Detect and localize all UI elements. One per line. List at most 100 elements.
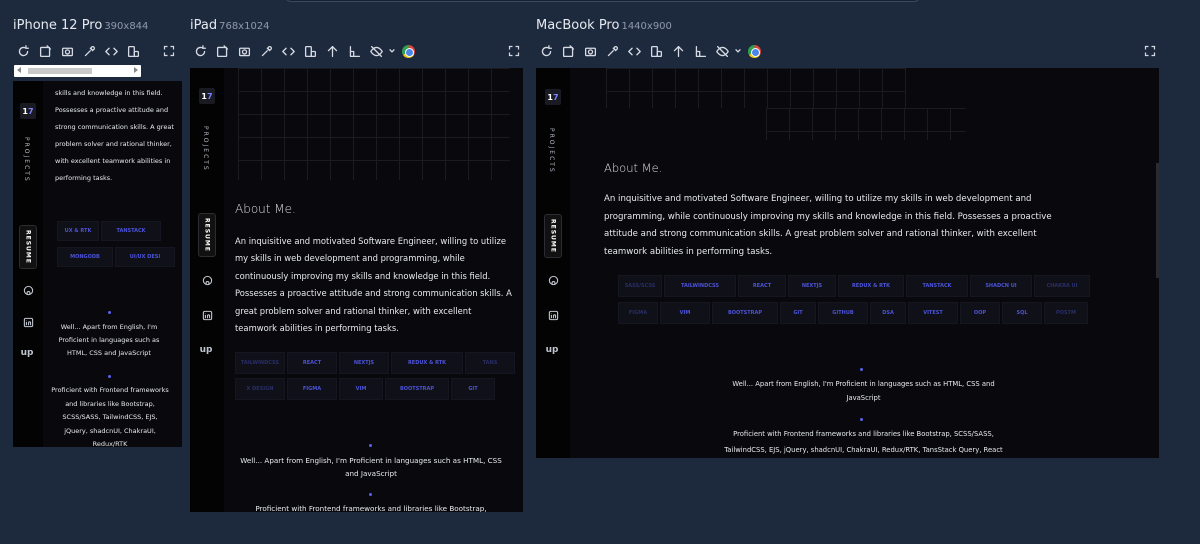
scroll-up-icon[interactable] — [321, 42, 343, 60]
skill-chip: NEXTJS — [788, 275, 836, 297]
camera-icon[interactable] — [579, 42, 601, 60]
bullet-dot — [108, 375, 111, 378]
resume-label: RESUME — [24, 230, 32, 264]
background-grid — [238, 68, 510, 180]
eyedropper-icon[interactable] — [78, 42, 100, 60]
github-icon[interactable] — [22, 284, 34, 296]
projects-label[interactable]: PROJECTS — [202, 126, 209, 172]
skill-chip: SQL — [1002, 302, 1042, 324]
skill-chip: GITHUB — [818, 302, 868, 324]
device-toolbar — [189, 42, 419, 60]
rotate-device-icon[interactable] — [299, 42, 321, 60]
resume-button[interactable]: RESUME — [544, 214, 562, 258]
background-grid — [766, 108, 966, 140]
background-grid — [606, 68, 906, 108]
about-paragraph: An inquisitive and motivated Software En… — [235, 236, 512, 334]
projects-label[interactable]: PROJECTS — [548, 128, 555, 174]
device-toolbar — [12, 42, 144, 60]
sidebar: 17 PROJECTS RESUME up — [190, 68, 224, 512]
chrome-icon[interactable] — [743, 42, 765, 60]
logo-char-b: 7 — [207, 91, 213, 101]
github-icon[interactable] — [201, 274, 213, 286]
resume-label: RESUME — [549, 219, 557, 253]
expand-icon[interactable] — [505, 42, 523, 60]
skill-chip: TAILWINDCSS — [664, 275, 736, 297]
skill-chip: NEXTJS — [339, 352, 389, 374]
about-paragraph: An inquisitive and motivated Software En… — [604, 194, 1052, 257]
forward-arrow-icon[interactable] — [134, 67, 138, 73]
upwork-icon[interactable]: up — [21, 347, 34, 359]
device-title: iPhone 12 Pro 390x844 — [13, 18, 148, 33]
ruler-icon[interactable] — [689, 42, 711, 60]
logo-char-b: 7 — [553, 92, 559, 102]
refresh-icon[interactable] — [12, 42, 34, 60]
screenshot-area-icon[interactable] — [557, 42, 579, 60]
device-name: iPhone 12 Pro — [13, 18, 103, 33]
skill-chip: VITEST — [908, 302, 958, 324]
code-icon[interactable] — [277, 42, 299, 60]
back-arrow-icon[interactable] — [17, 67, 21, 73]
refresh-icon[interactable] — [535, 42, 557, 60]
skill-chip: DSA — [870, 302, 906, 324]
languages-text: Well... Apart from English, I'm Proficie… — [732, 380, 995, 402]
visibility-off-icon[interactable] — [365, 42, 387, 60]
resume-button[interactable]: RESUME — [198, 213, 216, 257]
projects-label[interactable]: PROJECTS — [23, 137, 30, 183]
screenshot-area-icon[interactable] — [34, 42, 56, 60]
visibility-off-icon[interactable] — [711, 42, 733, 60]
site-logo[interactable]: 17 — [199, 88, 215, 104]
skill-chip: FIGMA — [287, 378, 337, 400]
resume-button[interactable]: RESUME — [19, 225, 37, 269]
device-dims: 768x1024 — [219, 21, 270, 32]
skill-chip: CHAKRA UI — [1034, 275, 1090, 297]
skill-chip: TANSTACK — [101, 221, 161, 241]
skill-chip: SASS/SCSS — [618, 275, 662, 297]
frontend-text: Proficient with Frontend frameworks and … — [255, 504, 487, 512]
address-bar[interactable] — [14, 65, 141, 77]
scrollbar-thumb[interactable] — [1156, 163, 1159, 278]
device-dims: 390x844 — [104, 21, 149, 32]
frontend-text: Proficient with Frontend frameworks and … — [724, 430, 1003, 454]
refresh-icon[interactable] — [189, 42, 211, 60]
eyedropper-icon[interactable] — [255, 42, 277, 60]
skill-chip: BOOTSTRAP — [712, 302, 778, 324]
skill-chip: UI/UX DESI — [115, 247, 175, 267]
device-dims: 1440x900 — [621, 21, 672, 32]
eyedropper-icon[interactable] — [601, 42, 623, 60]
skill-chip: POSTM — [1044, 302, 1088, 324]
ruler-icon[interactable] — [343, 42, 365, 60]
expand-icon[interactable] — [1141, 42, 1159, 60]
site-logo[interactable]: 17 — [545, 89, 561, 105]
skill-chip: TAILWINDCSS — [235, 352, 285, 374]
skill-chip: REACT — [738, 275, 786, 297]
camera-icon[interactable] — [56, 42, 78, 60]
top-bar — [285, 0, 920, 2]
upwork-icon[interactable]: up — [200, 344, 213, 356]
device-name: MacBook Pro — [536, 18, 620, 33]
bullet-dot — [369, 493, 372, 496]
bullet-dot — [860, 418, 863, 421]
scroll-up-icon[interactable] — [667, 42, 689, 60]
chevron-down-icon[interactable] — [733, 42, 743, 60]
linkedin-icon[interactable] — [547, 309, 559, 321]
code-icon[interactable] — [623, 42, 645, 60]
linkedin-icon[interactable] — [201, 309, 213, 321]
languages-text: Well... Apart from English, I'm Proficie… — [58, 323, 160, 357]
skills-row-2: X DESIGN FIGMA VIM BOOTSTRAP GIT — [235, 378, 495, 400]
chevron-down-icon[interactable] — [387, 42, 397, 60]
skill-chip: REDUX & RTK — [838, 275, 904, 297]
skill-chip: TANSTACK — [906, 275, 968, 297]
screenshot-area-icon[interactable] — [211, 42, 233, 60]
expand-icon[interactable] — [160, 42, 178, 60]
skill-chip: VIM — [339, 378, 383, 400]
github-icon[interactable] — [547, 274, 559, 286]
rotate-device-icon[interactable] — [645, 42, 667, 60]
upwork-icon[interactable]: up — [546, 344, 559, 356]
code-icon[interactable] — [100, 42, 122, 60]
camera-icon[interactable] — [233, 42, 255, 60]
languages-text: Well... Apart from English, I'm Proficie… — [240, 456, 502, 478]
site-logo[interactable]: 17 — [20, 103, 36, 119]
linkedin-icon[interactable] — [22, 316, 34, 328]
rotate-device-icon[interactable] — [122, 42, 144, 60]
chrome-icon[interactable] — [397, 42, 419, 60]
